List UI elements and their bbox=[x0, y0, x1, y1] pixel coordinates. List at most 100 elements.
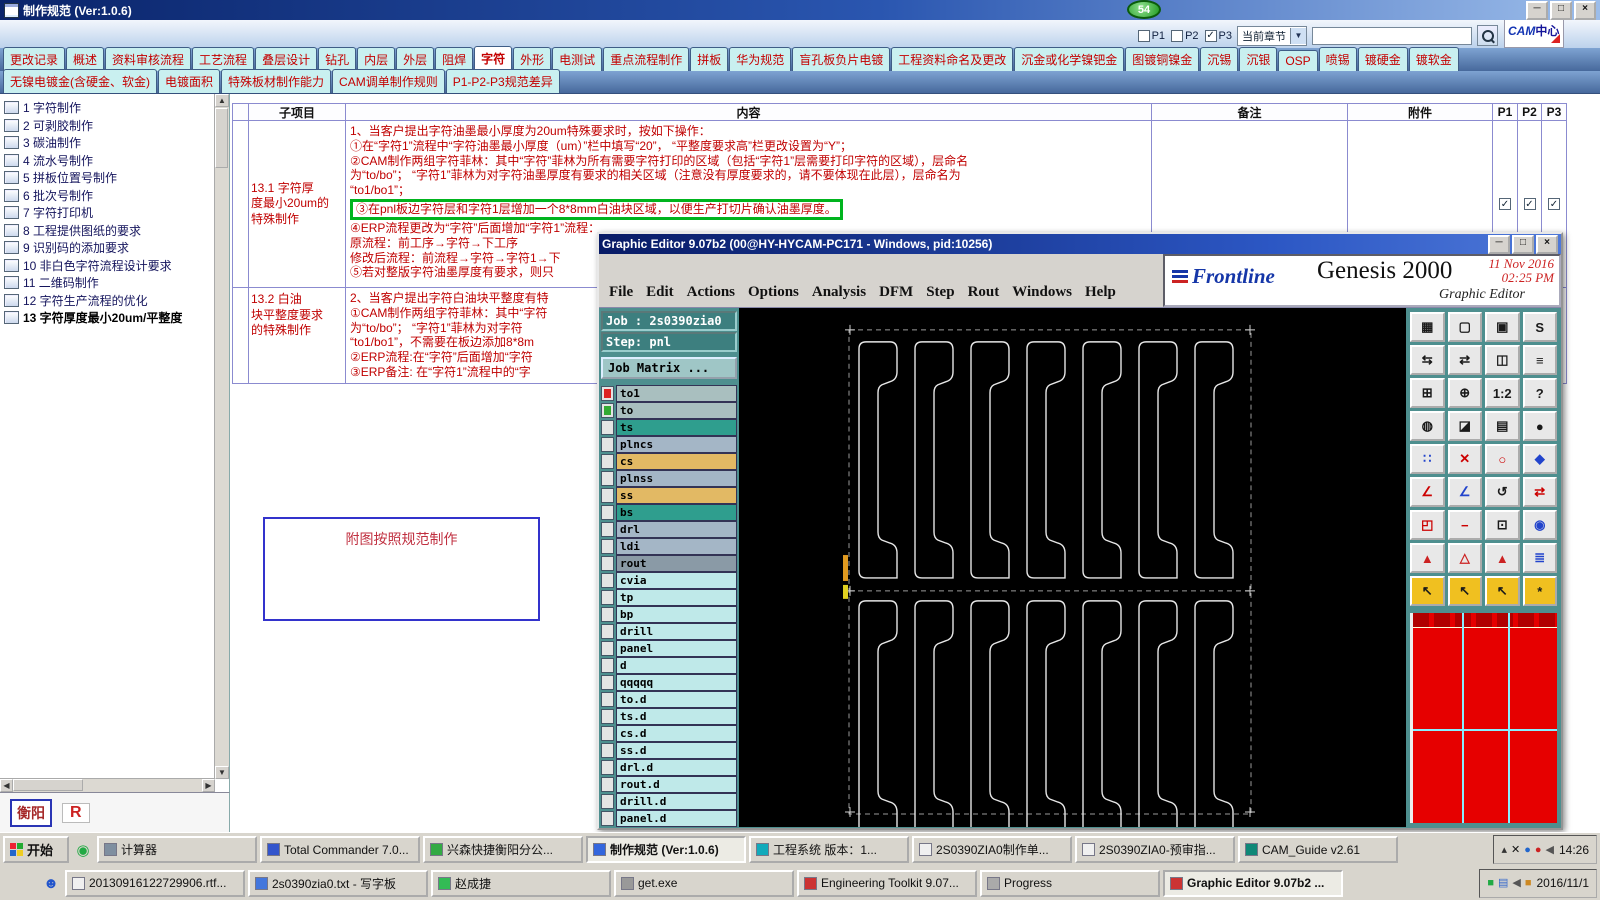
taskbar-button[interactable]: Engineering Toolkit 9.07... bbox=[797, 869, 977, 897]
editor-titlebar[interactable]: Graphic Editor 9.07b2 (00@HY-HYCAM-PC171… bbox=[599, 234, 1561, 254]
layer-name[interactable]: ts bbox=[616, 419, 737, 436]
layer-row[interactable]: ts.d bbox=[601, 708, 737, 725]
chapter-tab[interactable]: 华为规范 bbox=[729, 47, 792, 71]
checkbox-icon[interactable] bbox=[1171, 29, 1184, 42]
taskbar-button[interactable]: 2S0390ZIA0-预审指... bbox=[1075, 836, 1235, 864]
cursor2-yellow-icon[interactable]: ↖ bbox=[1447, 576, 1482, 606]
messenger-icon[interactable]: ☻ bbox=[40, 872, 62, 894]
layer-visibility-checkbox[interactable] bbox=[601, 692, 614, 707]
list-icon[interactable]: ≡ bbox=[1522, 345, 1557, 375]
layer-row[interactable]: drill.d bbox=[601, 793, 737, 810]
layer-row[interactable]: tp bbox=[601, 589, 737, 606]
layer-row[interactable]: ts bbox=[601, 419, 737, 436]
layer-name[interactable]: drl bbox=[616, 521, 737, 538]
doc-lines-icon[interactable]: ≣ bbox=[1522, 543, 1557, 573]
chapter-dropdown[interactable]: 当前章节 ▼ bbox=[1237, 25, 1307, 46]
dot-icon[interactable]: ● bbox=[1522, 411, 1557, 441]
quick-launch-icon[interactable]: ◉ bbox=[72, 839, 94, 861]
layer-row[interactable]: drl.d bbox=[601, 759, 737, 776]
tree-item[interactable]: 7 字符打印机 bbox=[4, 204, 213, 222]
film-icon[interactable]: ▣ bbox=[1485, 312, 1520, 342]
ruler-icon[interactable]: ▤ bbox=[1485, 411, 1520, 441]
layer-visibility-checkbox[interactable] bbox=[601, 420, 614, 435]
box-dot-icon[interactable]: ⊡ bbox=[1485, 510, 1520, 540]
menu-item[interactable]: Step bbox=[926, 284, 954, 301]
chapter-tab[interactable]: 沉银 bbox=[1239, 47, 1278, 71]
layer-row[interactable]: cs.d bbox=[601, 725, 737, 742]
chapter-tab[interactable]: P1-P2-P3规范差异 bbox=[445, 69, 560, 93]
chapter-tab[interactable]: 工程资料命名及更改 bbox=[891, 47, 1014, 71]
checkbox-icon[interactable] bbox=[1548, 198, 1560, 210]
layer-row[interactable]: bs bbox=[601, 504, 737, 521]
tree-item[interactable]: 8 工程提供图纸的要求 bbox=[4, 222, 213, 240]
reverse-icon[interactable]: ⇄ bbox=[1522, 477, 1557, 507]
menu-item[interactable]: Rout bbox=[968, 284, 1000, 301]
layer-visibility-checkbox[interactable] bbox=[601, 760, 614, 775]
layer-name[interactable]: panel.d bbox=[616, 810, 737, 827]
taskbar-button[interactable]: get.exe bbox=[614, 869, 794, 897]
layer-name[interactable]: rout bbox=[616, 555, 737, 572]
layer-row[interactable]: plncs bbox=[601, 436, 737, 453]
tree-vertical-scrollbar[interactable]: ▲ ▼ bbox=[214, 94, 229, 779]
undo-icon[interactable]: ↺ bbox=[1485, 477, 1520, 507]
scroll-left-icon[interactable]: ◀ bbox=[0, 779, 13, 792]
tree-item[interactable]: 11 二维码制作 bbox=[4, 274, 213, 292]
chevron-down-icon[interactable]: ▼ bbox=[1290, 27, 1306, 44]
chapter-tab[interactable]: 喷锡 bbox=[1318, 47, 1357, 71]
r-button[interactable]: R bbox=[62, 802, 90, 823]
cursor3-yellow-icon[interactable]: ↖ bbox=[1485, 576, 1520, 606]
red-app-tray-icon[interactable]: ● bbox=[1535, 844, 1542, 856]
tree-item[interactable]: 2 可剥胶制作 bbox=[4, 117, 213, 135]
diamond-icon[interactable]: ◆ bbox=[1522, 444, 1557, 474]
layer-visibility-checkbox[interactable] bbox=[601, 641, 614, 656]
taskbar-button[interactable]: 赵成捷 bbox=[431, 869, 611, 897]
chapter-tab[interactable]: CAM调单制作规则 bbox=[332, 69, 445, 93]
menu-item[interactable]: Analysis bbox=[812, 284, 866, 301]
checkbox-icon[interactable] bbox=[1137, 29, 1150, 42]
layer-visibility-checkbox[interactable] bbox=[601, 658, 614, 673]
help-icon[interactable]: ? bbox=[1522, 378, 1557, 408]
layer-name[interactable]: drl.d bbox=[616, 759, 737, 776]
layer-name[interactable]: panel bbox=[616, 640, 737, 657]
chapter-tab[interactable]: 无镍电镀金(含硬金、软金) bbox=[3, 69, 157, 93]
layer-visibility-checkbox[interactable] bbox=[601, 624, 614, 639]
split-view-icon[interactable]: ◫ bbox=[1485, 345, 1520, 375]
taskbar-button[interactable]: 2s0390zia0.txt - 写字板 bbox=[248, 869, 428, 897]
swap-right-icon[interactable]: ⇄ bbox=[1447, 345, 1482, 375]
layer-row[interactable]: to1 bbox=[601, 385, 737, 402]
display-icon[interactable]: ▢ bbox=[1447, 312, 1482, 342]
chapter-tab[interactable]: 镀硬金 bbox=[1357, 47, 1408, 71]
chapter-tab[interactable]: 电测试 bbox=[552, 47, 603, 71]
layer-visibility-checkbox[interactable] bbox=[601, 522, 614, 537]
layer-row[interactable]: ss bbox=[601, 487, 737, 504]
chapter-tab[interactable]: 电镀面积 bbox=[158, 69, 221, 93]
page-checkbox[interactable]: P2 bbox=[1171, 29, 1199, 42]
layer-name[interactable]: ts.d bbox=[616, 708, 737, 725]
chapter-tab[interactable]: 字符 bbox=[474, 46, 513, 71]
layer-row[interactable]: qqqqq bbox=[601, 674, 737, 691]
orange-app-tray-icon[interactable]: ■ bbox=[1525, 877, 1532, 889]
layer-row[interactable]: cvia bbox=[601, 572, 737, 589]
checkbox-icon[interactable] bbox=[1523, 198, 1536, 210]
green-app-tray-icon[interactable]: ■ bbox=[1487, 877, 1494, 889]
warning-red-icon[interactable]: ▲ bbox=[1410, 543, 1445, 573]
chapter-tab[interactable]: 特殊板材制作能力 bbox=[221, 69, 332, 93]
editor-canvas[interactable] bbox=[739, 308, 1406, 827]
layer-visibility-checkbox[interactable] bbox=[601, 573, 614, 588]
taskbar-button[interactable]: Total Commander 7.0... bbox=[260, 836, 420, 864]
layer-row[interactable]: rout.d bbox=[601, 776, 737, 793]
expand-tray-icon[interactable]: ▴ bbox=[1501, 844, 1507, 856]
taskbar-button[interactable]: Graphic Editor 9.07b2 ... bbox=[1163, 869, 1343, 897]
layer-name[interactable]: to.d bbox=[616, 691, 737, 708]
chapter-tab[interactable]: 钻孔 bbox=[318, 47, 357, 71]
layer-name[interactable]: rout.d bbox=[616, 776, 737, 793]
scroll-up-icon[interactable]: ▲ bbox=[215, 94, 229, 107]
scroll-right-icon[interactable]: ▶ bbox=[202, 779, 215, 792]
tree-item[interactable]: 4 流水号制作 bbox=[4, 152, 213, 170]
layer-visibility-checkbox[interactable] bbox=[601, 386, 614, 401]
layer-visibility-checkbox[interactable] bbox=[601, 556, 614, 571]
chapter-tab[interactable]: 拼板 bbox=[690, 47, 729, 71]
page-checkbox[interactable]: P1 bbox=[1137, 29, 1165, 42]
layer-visibility-checkbox[interactable] bbox=[601, 675, 614, 690]
blue-app-tray-icon[interactable]: ● bbox=[1524, 844, 1531, 856]
